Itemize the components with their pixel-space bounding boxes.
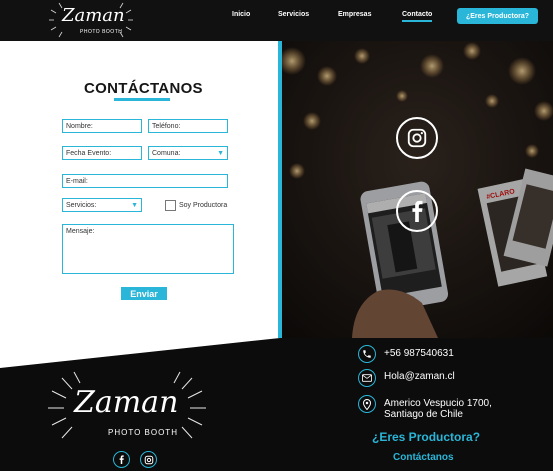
facebook-icon: [119, 455, 124, 464]
nombre-placeholder: Nombre:: [66, 123, 93, 130]
instagram-icon: [407, 128, 427, 148]
title-underline: [114, 98, 170, 101]
form-title: CONTÁCTANOS: [84, 80, 203, 97]
instagram-icon: [144, 455, 153, 464]
servicios-placeholder: Servicios:: [66, 202, 97, 209]
nav-contacto[interactable]: Contacto: [402, 11, 433, 22]
nombre-input[interactable]: Nombre:: [62, 119, 142, 133]
mensaje-placeholder: Mensaje:: [66, 228, 95, 235]
footer-instagram-button[interactable]: [140, 451, 157, 468]
logo-script: Zaman: [62, 5, 125, 26]
chevron-down-icon: ▼: [131, 202, 138, 209]
fecha-placeholder: Fecha Evento:: [66, 150, 112, 157]
footer-logo-subtitle: PHOTO BOOTH: [108, 428, 178, 437]
footer-logo-script: Zaman: [74, 385, 179, 420]
facebook-button[interactable]: [396, 190, 438, 232]
enviar-button[interactable]: Enviar: [121, 287, 167, 300]
comuna-select[interactable]: Comuna: ▼: [148, 146, 228, 160]
brand-logo[interactable]: Zaman PHOTO BOOTH: [48, 2, 134, 38]
productora-checkbox[interactable]: [165, 200, 176, 211]
email-placeholder: E-mail:: [66, 178, 88, 185]
email-icon: [358, 369, 376, 387]
footer-logo[interactable]: Zaman PHOTO BOOTH: [46, 371, 208, 445]
nav-empresas[interactable]: Empresas: [338, 11, 371, 18]
footer: Zaman PHOTO BOOTH +56 987540631 Hola@zam…: [0, 338, 553, 471]
nav-inicio[interactable]: Inicio: [232, 11, 250, 18]
comuna-placeholder: Comuna:: [152, 150, 181, 157]
nav-servicios[interactable]: Servicios: [278, 11, 309, 18]
logo-subtitle: PHOTO BOOTH: [80, 29, 123, 35]
address-line-2: Santiago de Chile: [384, 409, 463, 420]
footer-address: Americo Vespucio 1700, Santiago de Chile: [384, 398, 492, 420]
footer-contactanos-link[interactable]: Contáctanos: [393, 452, 454, 463]
servicios-select[interactable]: Servicios: ▼: [62, 198, 142, 212]
footer-phone[interactable]: +56 987540631: [384, 348, 454, 359]
top-nav: Zaman PHOTO BOOTH Inicio Servicios Empre…: [0, 0, 553, 41]
chevron-down-icon: ▼: [217, 150, 224, 157]
telefono-placeholder: Teléfono:: [152, 123, 181, 130]
footer-productora-link[interactable]: ¿Eres Productora?: [372, 430, 480, 444]
email-input[interactable]: E-mail:: [62, 174, 228, 188]
productora-checkbox-label: Soy Productora: [179, 202, 228, 209]
location-pin-icon: [358, 395, 376, 413]
instagram-button[interactable]: [396, 117, 438, 159]
address-line-1: Americo Vespucio 1700,: [384, 398, 492, 409]
event-photo: #CLARO: [282, 41, 553, 338]
footer-facebook-button[interactable]: [113, 451, 130, 468]
eres-productora-button[interactable]: ¿Eres Productora?: [457, 8, 538, 24]
facebook-icon: [412, 200, 423, 222]
telefono-input[interactable]: Teléfono:: [148, 119, 228, 133]
fecha-input[interactable]: Fecha Evento:: [62, 146, 142, 160]
phone-icon: [358, 345, 376, 363]
footer-email[interactable]: Hola@zaman.cl: [384, 371, 455, 382]
mensaje-textarea[interactable]: Mensaje:: [62, 224, 234, 274]
